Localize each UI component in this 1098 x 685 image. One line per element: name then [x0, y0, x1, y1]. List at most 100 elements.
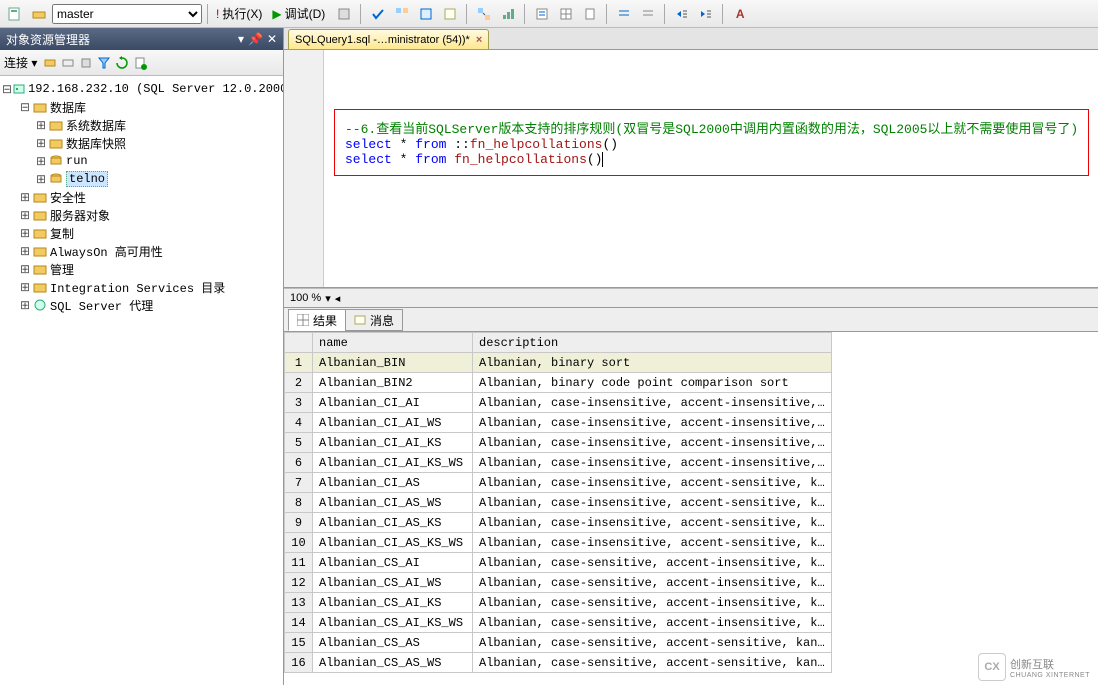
code-editor[interactable]: --6.查看当前SQLServer版本支持的排序规则(双冒号是SQL2000中调…: [284, 50, 1098, 288]
table-row[interactable]: 1Albanian_BINAlbanian, binary sort: [285, 353, 832, 373]
increase-indent-icon[interactable]: [695, 3, 717, 25]
uncomment-icon[interactable]: [637, 3, 659, 25]
expand-icon[interactable]: ⊞: [18, 262, 32, 277]
table-row[interactable]: 14Albanian_CS_AI_KS_WSAlbanian, case-sen…: [285, 613, 832, 633]
cell-name: Albanian_CI_AS_KS: [313, 513, 473, 533]
message-icon: [354, 314, 366, 326]
include-plan-icon[interactable]: [473, 3, 495, 25]
table-row[interactable]: 15Albanian_CS_ASAlbanian, case-sensitive…: [285, 633, 832, 653]
decrease-indent-icon[interactable]: [671, 3, 693, 25]
zoom-bar: 100 % ▾ ◂: [284, 288, 1098, 308]
document-tabbar: SQLQuery1.sql -…ministrator (54))* ×: [284, 28, 1098, 50]
table-row[interactable]: 8Albanian_CI_AS_WSAlbanian, case-insensi…: [285, 493, 832, 513]
connect-server-icon[interactable]: [43, 56, 57, 70]
expand-icon[interactable]: ⊞: [18, 280, 32, 295]
expand-icon[interactable]: ⊞: [18, 298, 32, 313]
object-tree[interactable]: ⊟192.168.232.10 (SQL Server 12.0.2000 - …: [0, 76, 283, 685]
parse-icon[interactable]: [367, 3, 389, 25]
tab-sqlquery1[interactable]: SQLQuery1.sql -…ministrator (54))* ×: [288, 29, 489, 49]
table-row[interactable]: 2Albanian_BIN2Albanian, binary code poin…: [285, 373, 832, 393]
results-grid-icon[interactable]: [555, 3, 577, 25]
tree-db-run[interactable]: run: [66, 154, 88, 168]
tree-alwayson[interactable]: AlwaysOn 高可用性: [50, 243, 163, 260]
tree-server[interactable]: 192.168.232.10 (SQL Server 12.0.2000 -: [28, 82, 283, 96]
tree-intsvc[interactable]: Integration Services 目录: [50, 279, 225, 296]
filter-icon[interactable]: [97, 56, 111, 70]
tab-messages[interactable]: 消息: [345, 309, 403, 331]
table-row[interactable]: 10Albanian_CI_AS_KS_WSAlbanian, case-ins…: [285, 533, 832, 553]
query-options-icon[interactable]: [415, 3, 437, 25]
new-query-icon[interactable]: [4, 3, 26, 25]
table-row[interactable]: 6Albanian_CI_AI_KS_WSAlbanian, case-inse…: [285, 453, 832, 473]
col-name[interactable]: name: [313, 333, 473, 353]
zoom-level[interactable]: 100 %: [290, 292, 321, 304]
table-row[interactable]: 16Albanian_CS_AS_WSAlbanian, case-sensit…: [285, 653, 832, 673]
row-number: 15: [285, 633, 313, 653]
expand-icon[interactable]: ⊞: [18, 244, 32, 259]
tree-agent[interactable]: SQL Server 代理: [50, 297, 153, 314]
table-row[interactable]: 5Albanian_CI_AI_KSAlbanian, case-insensi…: [285, 433, 832, 453]
cell-name: Albanian_CI_AI_KS_WS: [313, 453, 473, 473]
tree-replication[interactable]: 复制: [50, 225, 74, 242]
table-row[interactable]: 13Albanian_CS_AI_KSAlbanian, case-sensit…: [285, 593, 832, 613]
close-icon[interactable]: ×: [476, 34, 482, 46]
tree-manage[interactable]: 管理: [50, 261, 74, 278]
cell-desc: Albanian, case-insensitive, accent-sensi…: [473, 473, 832, 493]
change-connection-icon[interactable]: [28, 3, 50, 25]
table-row[interactable]: 3Albanian_CI_AIAlbanian, case-insensitiv…: [285, 393, 832, 413]
tab-label: 消息: [370, 312, 394, 329]
dropdown-icon[interactable]: ▾: [238, 32, 244, 46]
tree-snap[interactable]: 数据库快照: [66, 135, 126, 152]
col-description[interactable]: description: [473, 333, 832, 353]
connect-button[interactable]: 连接 ▾: [4, 54, 37, 71]
row-number: 12: [285, 573, 313, 593]
stop-icon[interactable]: [333, 3, 355, 25]
include-stats-icon[interactable]: [497, 3, 519, 25]
database-selector[interactable]: master: [52, 4, 202, 24]
table-row[interactable]: 4Albanian_CI_AI_WSAlbanian, case-insensi…: [285, 413, 832, 433]
results-grid[interactable]: name description 1Albanian_BINAlbanian, …: [284, 332, 1098, 685]
row-number: 2: [285, 373, 313, 393]
expand-icon[interactable]: ⊟: [18, 100, 32, 115]
row-number: 11: [285, 553, 313, 573]
table-row[interactable]: 9Albanian_CI_AS_KSAlbanian, case-insensi…: [285, 513, 832, 533]
watermark-brand: 创新互联: [1010, 656, 1090, 672]
stop-conn-icon[interactable]: [79, 56, 93, 70]
tree-sysdb[interactable]: 系统数据库: [66, 117, 126, 134]
expand-icon[interactable]: ⊞: [34, 154, 48, 169]
specify-values-icon[interactable]: A: [729, 3, 751, 25]
tree-databases[interactable]: 数据库: [50, 99, 86, 116]
tree-serverobj[interactable]: 服务器对象: [50, 207, 110, 224]
debug-button[interactable]: ▶调试(D): [270, 3, 331, 25]
expand-icon[interactable]: ⊞: [18, 208, 32, 223]
execute-button[interactable]: !执行(X): [214, 3, 268, 25]
zoom-dropdown-icon[interactable]: ▾: [325, 292, 331, 305]
results-text-icon[interactable]: [531, 3, 553, 25]
expand-icon[interactable]: ⊞: [34, 172, 48, 187]
scroll-left-icon[interactable]: ◂: [335, 292, 341, 305]
disconnect-icon[interactable]: [61, 56, 75, 70]
tab-results[interactable]: 结果: [288, 309, 346, 331]
estimated-plan-icon[interactable]: [391, 3, 413, 25]
tree-security[interactable]: 安全性: [50, 189, 86, 206]
expand-icon[interactable]: ⊞: [34, 118, 48, 133]
results-file-icon[interactable]: [579, 3, 601, 25]
cell-desc: Albanian, binary code point comparison s…: [473, 373, 832, 393]
table-row[interactable]: 11Albanian_CS_AIAlbanian, case-sensitive…: [285, 553, 832, 573]
comment-icon[interactable]: [613, 3, 635, 25]
close-icon[interactable]: ✕: [267, 32, 277, 46]
cell-name: Albanian_CS_AI_WS: [313, 573, 473, 593]
tree-db-telno[interactable]: telno: [66, 171, 108, 187]
report-icon[interactable]: [133, 56, 147, 70]
expand-icon[interactable]: ⊞: [18, 226, 32, 241]
expand-icon[interactable]: ⊟: [2, 82, 12, 97]
table-row[interactable]: 12Albanian_CS_AI_WSAlbanian, case-sensit…: [285, 573, 832, 593]
intellisense-icon[interactable]: [439, 3, 461, 25]
refresh-icon[interactable]: [115, 56, 129, 70]
pin-icon[interactable]: 📌: [248, 32, 263, 46]
table-row[interactable]: 7Albanian_CI_ASAlbanian, case-insensitiv…: [285, 473, 832, 493]
expand-icon[interactable]: ⊞: [34, 136, 48, 151]
cell-desc: Albanian, case-insensitive, accent-sensi…: [473, 493, 832, 513]
cell-desc: Albanian, case-sensitive, accent-insensi…: [473, 573, 832, 593]
expand-icon[interactable]: ⊞: [18, 190, 32, 205]
